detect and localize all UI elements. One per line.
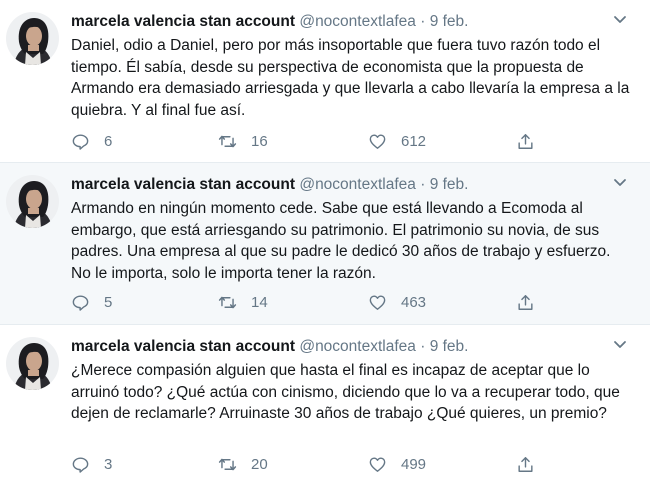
like-button[interactable]: 463 xyxy=(368,291,426,313)
retweet-icon xyxy=(218,135,237,147)
tweet-header: marcela valencia stan account @nocontext… xyxy=(71,338,468,356)
user-handle[interactable]: @nocontextlafea xyxy=(299,176,416,193)
retweet-count: 14 xyxy=(251,293,268,311)
share-button[interactable] xyxy=(516,291,535,313)
tweet-actions: 5 14 463 xyxy=(71,291,591,313)
separator-dot: · xyxy=(420,13,426,30)
like-count: 499 xyxy=(401,455,427,473)
retweet-count: 20 xyxy=(251,455,268,473)
reply-count: 5 xyxy=(104,293,113,311)
tweet-actions: 3 20 499 xyxy=(71,453,591,475)
avatar[interactable] xyxy=(6,12,59,65)
tweet-date[interactable]: 9 feb. xyxy=(430,338,469,355)
retweet-button[interactable]: 16 xyxy=(218,130,268,152)
tweet-header: marcela valencia stan account @nocontext… xyxy=(71,13,468,31)
like-button[interactable]: 612 xyxy=(368,130,426,152)
tweet[interactable]: marcela valencia stan account @nocontext… xyxy=(0,0,650,163)
share-button[interactable] xyxy=(516,453,535,475)
share-icon xyxy=(518,456,533,472)
retweet-button[interactable]: 20 xyxy=(218,453,268,475)
retweet-button[interactable]: 14 xyxy=(218,291,268,313)
tweet[interactable]: marcela valencia stan account @nocontext… xyxy=(0,163,650,325)
reply-icon xyxy=(72,294,89,311)
tweet-date[interactable]: 9 feb. xyxy=(430,176,469,193)
chevron-down-icon[interactable] xyxy=(612,338,628,352)
avatar[interactable] xyxy=(6,337,59,390)
heart-icon xyxy=(369,133,386,149)
retweet-icon xyxy=(218,458,237,470)
share-icon xyxy=(518,133,533,149)
like-button[interactable]: 499 xyxy=(368,453,426,475)
user-name[interactable]: marcela valencia stan account xyxy=(71,13,295,30)
retweet-count: 16 xyxy=(251,132,268,150)
user-handle[interactable]: @nocontextlafea xyxy=(299,13,416,30)
user-name[interactable]: marcela valencia stan account xyxy=(71,338,295,355)
retweet-icon xyxy=(218,296,237,308)
reply-button[interactable]: 5 xyxy=(71,291,112,313)
reply-count: 6 xyxy=(104,132,113,150)
reply-icon xyxy=(72,133,89,150)
chevron-down-icon[interactable] xyxy=(612,176,628,190)
tweet[interactable]: marcela valencia stan account @nocontext… xyxy=(0,325,650,485)
chevron-down-icon[interactable] xyxy=(612,13,628,27)
heart-icon xyxy=(369,456,386,472)
separator-dot: · xyxy=(420,176,426,193)
tweet-text: Armando en ningún momento cede. Sabe que… xyxy=(71,200,611,282)
tweet-text: Daniel, odio a Daniel, pero por más inso… xyxy=(71,37,630,119)
tweet-actions: 6 16 612 xyxy=(71,130,591,152)
share-icon xyxy=(518,294,533,310)
like-count: 612 xyxy=(401,132,427,150)
avatar[interactable] xyxy=(6,175,59,228)
user-name[interactable]: marcela valencia stan account xyxy=(71,176,295,193)
share-button[interactable] xyxy=(516,130,535,152)
heart-icon xyxy=(369,294,386,310)
reply-button[interactable]: 3 xyxy=(71,453,112,475)
user-handle[interactable]: @nocontextlafea xyxy=(299,338,416,355)
separator-dot: · xyxy=(420,338,426,355)
like-count: 463 xyxy=(401,293,427,311)
reply-count: 3 xyxy=(104,455,113,473)
tweet-text: ¿Merece compasión alguien que hasta el f… xyxy=(71,362,620,422)
tweet-header: marcela valencia stan account @nocontext… xyxy=(71,176,468,194)
reply-button[interactable]: 6 xyxy=(71,130,112,152)
tweet-date[interactable]: 9 feb. xyxy=(430,13,469,30)
reply-icon xyxy=(72,456,89,473)
